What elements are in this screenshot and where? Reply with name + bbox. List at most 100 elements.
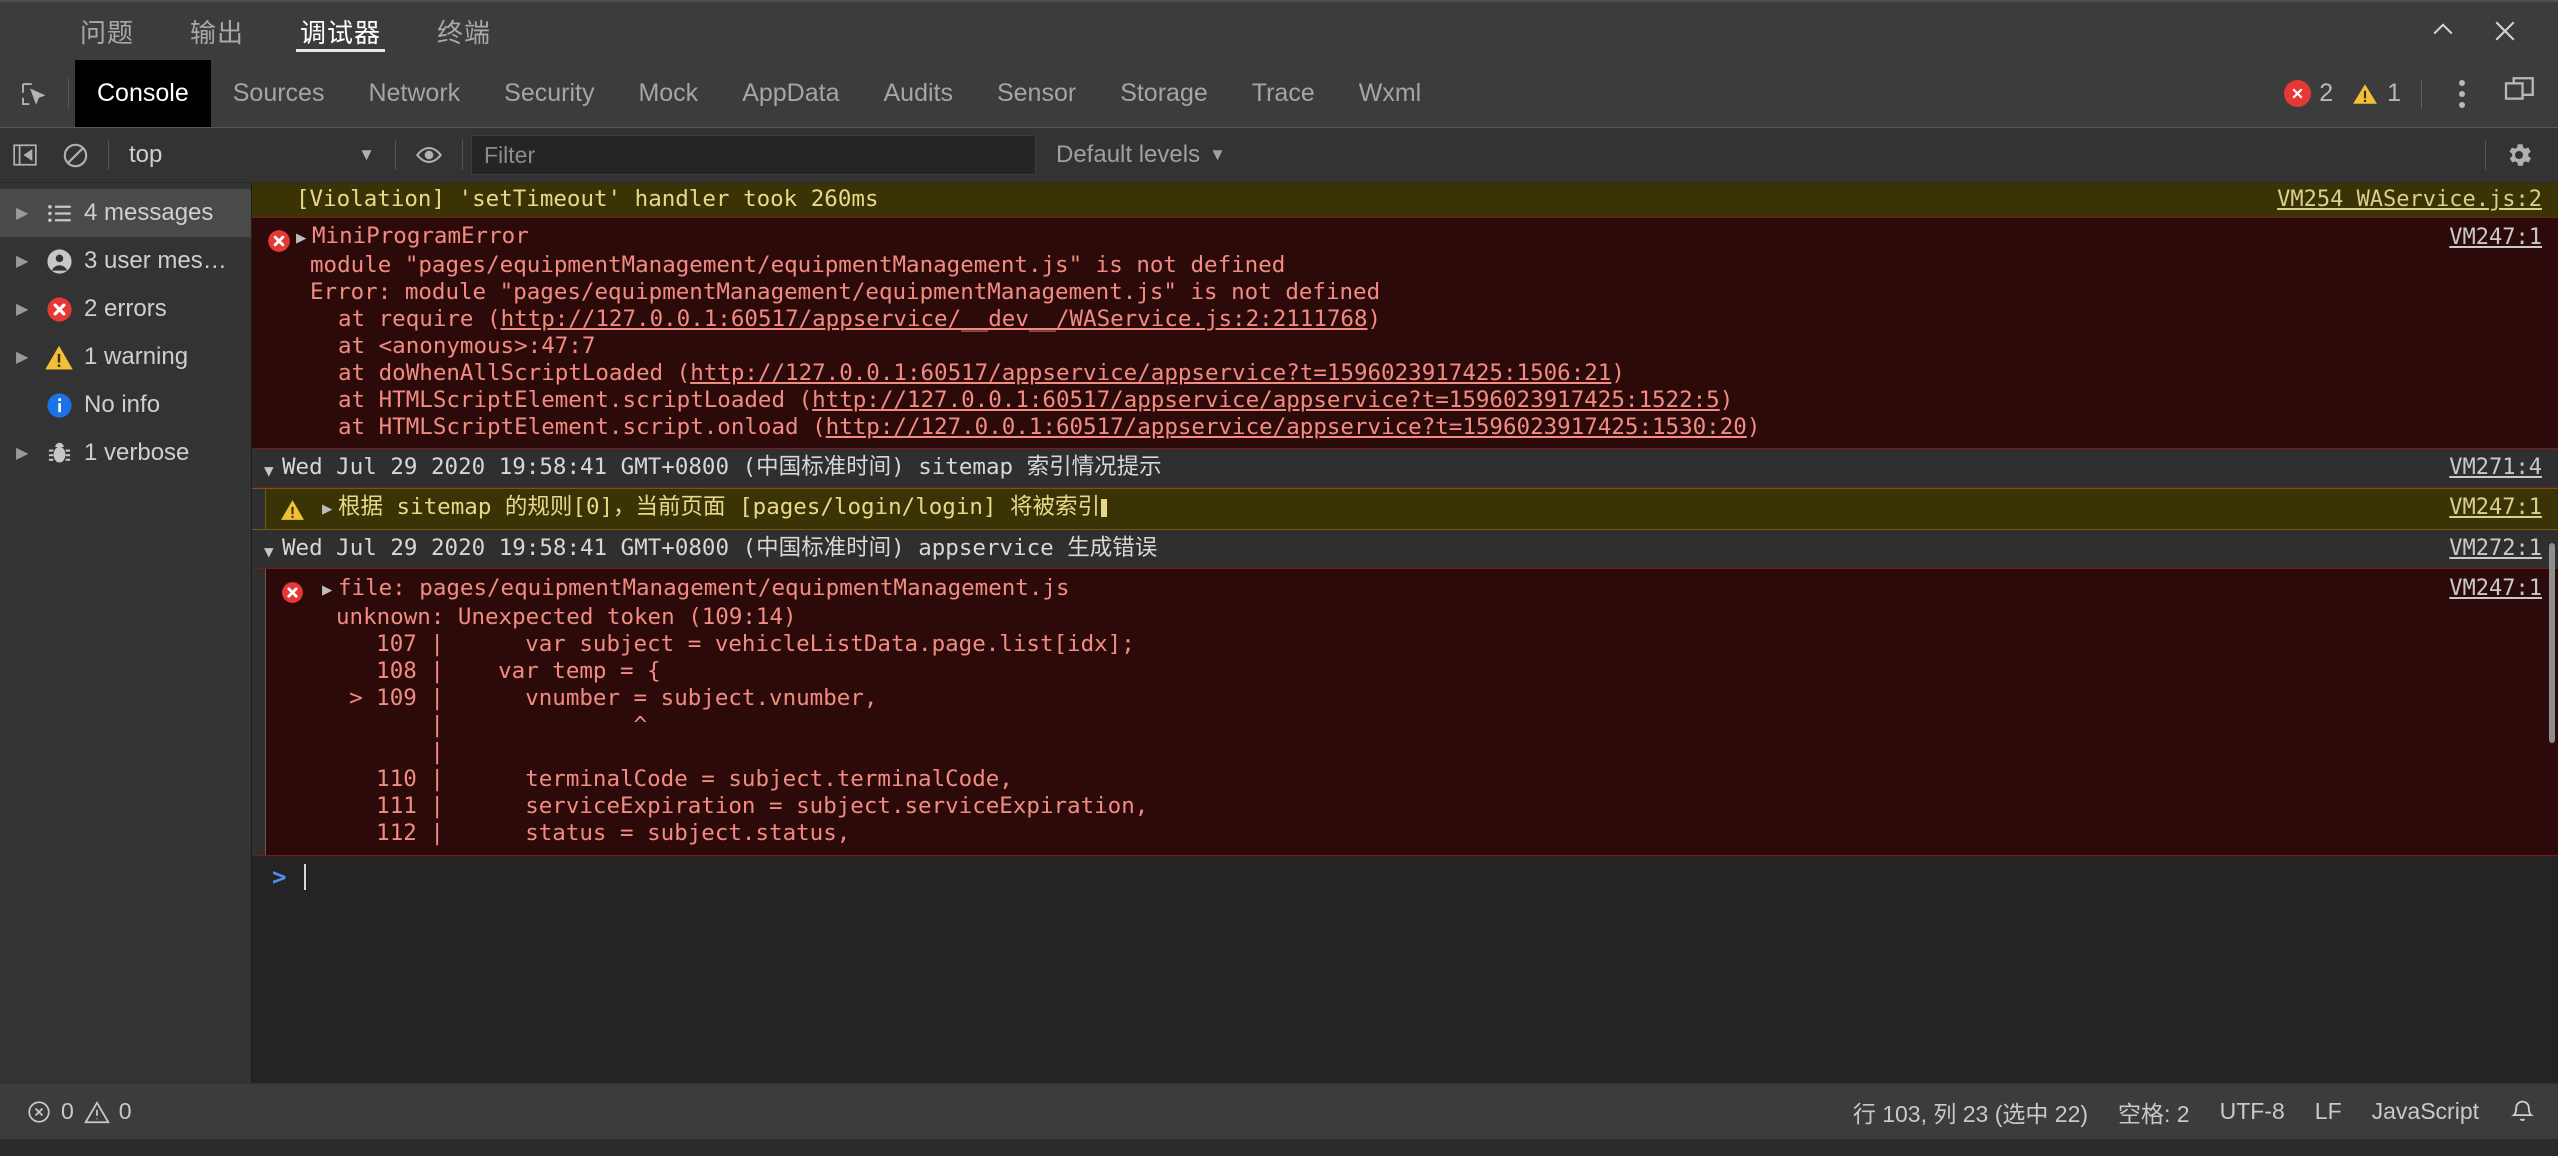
sidebar-item-info[interactable]: ▶ No info (0, 381, 251, 429)
sidebar-item-label: 4 messages (84, 199, 214, 226)
console-message-group-appservice[interactable]: ▼ Wed Jul 29 2020 19:58:41 GMT+0800 (中国标… (252, 530, 2558, 569)
group-gutter (252, 569, 266, 855)
error-title: MiniProgramError (312, 223, 529, 249)
tab-label: Console (97, 79, 189, 107)
panel-tab-issues[interactable]: 问题 (52, 2, 162, 60)
source-link[interactable]: VM254 WAService.js:2 (2277, 187, 2542, 212)
warning-count-badge[interactable]: 1 (2333, 79, 2401, 108)
dock-position-icon[interactable] (2504, 77, 2536, 110)
stack-frame-link[interactable]: http://127.0.0.1:60517/appservice/appser… (690, 360, 1611, 386)
source-link[interactable]: VM271:4 (2449, 455, 2542, 480)
status-error-count[interactable]: 0 (26, 1098, 74, 1125)
list-icon (38, 200, 80, 227)
indent-setting[interactable]: 空格: 2 (2118, 1095, 2190, 1129)
compile-error-subtitle: unknown: Unexpected token (109:14) (336, 604, 797, 630)
inspect-element-icon[interactable] (4, 60, 62, 127)
encoding-setting[interactable]: UTF-8 (2220, 1098, 2285, 1125)
sidebar-item-errors[interactable]: ▶ 2 errors (0, 285, 251, 333)
stack-frame-link[interactable]: http://127.0.0.1:60517/appservice/appser… (812, 387, 1720, 413)
notification-bell-icon[interactable] (2509, 1098, 2536, 1125)
sidebar-item-label: 2 errors (84, 295, 167, 322)
source-link[interactable]: VM247:1 (2449, 576, 2542, 601)
console-body: ▶ 4 messages ▶ 3 user mes… ▶ 2 errors ▶ (0, 183, 2558, 1083)
console-message-violation[interactable]: [Violation] 'setTimeout' handler took 26… (252, 183, 2558, 218)
console-prompt[interactable]: > (252, 856, 2558, 891)
chevron-right-icon[interactable]: ▶ (16, 443, 38, 463)
chevron-right-icon[interactable]: ▶ (16, 203, 38, 223)
show-console-sidebar-icon[interactable] (0, 142, 50, 168)
sidebar-item-verbose[interactable]: ▶ 1 verbose (0, 429, 251, 477)
tab-mock[interactable]: Mock (616, 60, 720, 127)
chevron-right-icon[interactable]: ▶ (16, 347, 38, 367)
code-line: 107 | var subject = vehicleListData.page… (322, 631, 1135, 657)
disclosure-triangle-icon[interactable]: ▶ (296, 225, 312, 252)
sidebar-item-messages[interactable]: ▶ 4 messages (0, 189, 251, 237)
log-levels-select[interactable]: Default levels ▼ (1056, 141, 1226, 169)
tab-network[interactable]: Network (346, 60, 482, 127)
code-line: 112 | status = subject.status, (322, 820, 851, 846)
tab-label: Sensor (996, 79, 1077, 107)
tab-security[interactable]: Security (482, 60, 616, 127)
group-title: Wed Jul 29 2020 19:58:41 GMT+0800 (中国标准时… (282, 454, 1162, 480)
cursor-position[interactable]: 行 103, 列 23 (选中 22) (1853, 1095, 2088, 1129)
chevron-down-icon[interactable]: ▼ (264, 538, 274, 565)
tab-storage[interactable]: Storage (1098, 60, 1230, 127)
panel-tab-label: 问题 (80, 17, 135, 48)
toolbar-divider (108, 140, 109, 170)
compile-error-title: file: pages/equipmentManagement/equipmen… (338, 575, 1070, 601)
status-warning-count[interactable]: 0 (83, 1098, 132, 1125)
sidebar-item-user-messages[interactable]: ▶ 3 user mes… (0, 237, 251, 285)
gear-icon[interactable] (2494, 140, 2544, 170)
console-message-group-sitemap[interactable]: ▼ Wed Jul 29 2020 19:58:41 GMT+0800 (中国标… (252, 449, 2558, 488)
execution-context-select[interactable]: top ▼ (117, 135, 387, 175)
tab-audits[interactable]: Audits (861, 60, 974, 127)
clear-console-icon[interactable] (50, 142, 100, 169)
console-scrollbar[interactable] (2546, 183, 2558, 1083)
panel-tab-output[interactable]: 输出 (162, 2, 272, 60)
eye-icon[interactable] (404, 141, 454, 169)
chevron-down-icon: ▼ (358, 145, 375, 164)
console-message-list[interactable]: [Violation] 'setTimeout' handler took 26… (252, 183, 2558, 1083)
error-icon (266, 228, 292, 261)
tab-wxml[interactable]: Wxml (1337, 60, 1443, 127)
stack-frame-suffix: ) (1746, 414, 1761, 440)
stack-frame: at doWhenAllScriptLoaded (http://127.0.0… (296, 360, 2558, 387)
console-message-error[interactable]: VM247:1 ▶ MiniProgramError module "pages/… (252, 218, 2558, 449)
chevron-right-icon[interactable]: ▶ (16, 251, 38, 271)
source-link[interactable]: VM272:1 (2449, 536, 2542, 561)
tab-appdata[interactable]: AppData (720, 60, 861, 127)
stack-frame-link[interactable]: http://127.0.0.1:60517/appservice/appser… (826, 414, 1747, 440)
console-message-compile-error[interactable]: VM247:1 ▶ file: pages/equipmentManagement… (252, 569, 2558, 856)
eol-setting[interactable]: LF (2315, 1098, 2342, 1125)
chevron-up-icon[interactable] (2412, 1, 2474, 61)
tab-trace[interactable]: Trace (1230, 60, 1337, 127)
stack-frame-suffix: ) (1719, 387, 1734, 413)
text-cursor (1101, 499, 1108, 517)
disclosure-triangle-icon[interactable]: ▶ (322, 577, 338, 604)
kebab-menu-icon[interactable] (2442, 79, 2482, 108)
tab-sensor[interactable]: Sensor (975, 60, 1098, 127)
error-count-badge[interactable]: 2 (2284, 79, 2333, 108)
panel-tab-label: 调试器 (300, 17, 382, 48)
toolbar-divider (2485, 140, 2486, 170)
toolbar-divider (462, 140, 463, 170)
sidebar-item-warnings[interactable]: ▶ 1 warning (0, 333, 251, 381)
panel-tab-terminal[interactable]: 终端 (409, 2, 519, 60)
stack-frame-link[interactable]: http://127.0.0.1:60517/appservice/__dev_… (501, 306, 1368, 332)
chevron-right-icon[interactable]: ▶ (16, 299, 38, 319)
panel-tab-debugger[interactable]: 调试器 (272, 2, 409, 60)
source-link[interactable]: VM247:1 (2449, 495, 2542, 520)
close-icon[interactable] (2474, 1, 2536, 61)
tab-sources[interactable]: Sources (211, 60, 347, 127)
console-message-warning[interactable]: VM247:1 ▶ 根据 sitemap 的规则[0]，当前页面 [pages/l… (252, 488, 2558, 530)
devtools-toolbar-right: 2 1 (2284, 60, 2558, 127)
error-icon (2284, 80, 2312, 107)
warning-icon (280, 498, 305, 528)
tab-console[interactable]: Console (75, 60, 211, 127)
filter-input[interactable] (471, 135, 1036, 175)
code-line: 110 | terminalCode = subject.terminalCod… (322, 766, 1013, 792)
source-link[interactable]: VM247:1 (2449, 225, 2542, 250)
language-mode[interactable]: JavaScript (2372, 1098, 2479, 1125)
disclosure-triangle-icon[interactable]: ▶ (322, 496, 338, 523)
chevron-down-icon[interactable]: ▼ (264, 457, 274, 484)
